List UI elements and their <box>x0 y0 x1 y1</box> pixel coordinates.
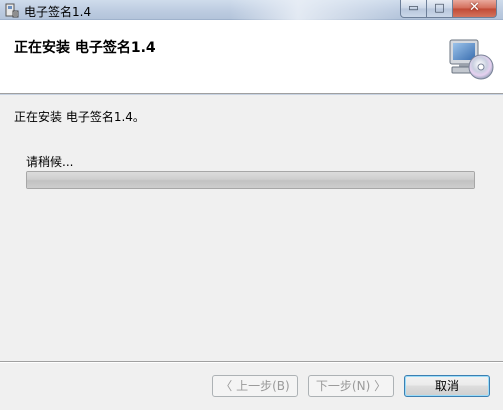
wait-label: 请稍候... <box>26 155 74 169</box>
close-icon: ✕ <box>469 0 480 15</box>
caption-buttons: ▭ □ ✕ <box>400 0 497 18</box>
minimize-button[interactable]: ▭ <box>400 0 427 18</box>
page-title: 正在安装 电子签名1.4 <box>14 40 156 56</box>
header-panel: 正在安装 电子签名1.4 <box>0 20 503 94</box>
progress-bar <box>26 171 475 189</box>
next-button[interactable]: 下一步(N) 〉 <box>308 375 394 397</box>
maximize-icon: □ <box>434 1 445 14</box>
cancel-button[interactable]: 取消 <box>404 375 490 397</box>
computer-disc-icon <box>449 39 494 80</box>
title-bar[interactable]: 电子签名1.4 ▭ □ ✕ <box>0 0 503 20</box>
main-content: 正在安装 电子签名1.4。 请稍候... <box>0 95 503 362</box>
window-title: 电子签名1.4 <box>24 5 92 19</box>
minimize-icon: ▭ <box>408 1 419 14</box>
status-text: 正在安装 电子签名1.4。 <box>14 110 145 124</box>
close-button[interactable]: ✕ <box>453 0 497 18</box>
installer-icon <box>5 3 19 18</box>
maximize-button[interactable]: □ <box>427 0 453 18</box>
footer: 〈 上一步(B) 下一步(N) 〉 取消 <box>0 363 503 410</box>
progress-fill <box>27 172 474 188</box>
installer-window: 电子签名1.4 ▭ □ ✕ 正在安装 电子签名1.4 正在安装 电子签名1.4。… <box>0 0 503 410</box>
back-button[interactable]: 〈 上一步(B) <box>212 375 298 397</box>
title-bar-glow <box>230 0 400 20</box>
